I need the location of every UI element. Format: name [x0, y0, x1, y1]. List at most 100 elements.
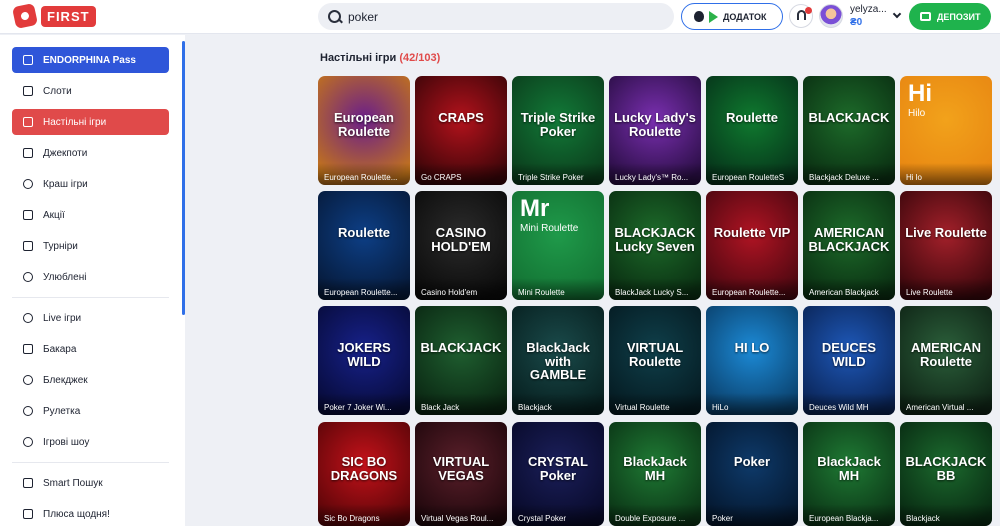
game-title: Virtual Roulette: [609, 393, 701, 415]
roulette-icon: [23, 406, 33, 416]
game-tile[interactable]: Mr Mini Roulette Mini Roulette: [512, 191, 604, 300]
game-tile[interactable]: BLACKJACK BB Blackjack: [900, 422, 992, 526]
app-download-button[interactable]: ДОДАТОК: [681, 3, 783, 30]
game-title: BlackJack Lucky S...: [609, 278, 701, 300]
game-tile[interactable]: Live Roulette Live Roulette: [900, 191, 992, 300]
game-title: Poker: [706, 504, 798, 526]
game-logo-text: BLACKJACK: [808, 109, 890, 125]
game-logo-text: CASINO HOLD'EM: [431, 224, 491, 254]
game-tile[interactable]: DEUCES WILD Deuces Wild MH: [803, 306, 895, 415]
game-logo-text: Mr: [520, 195, 550, 222]
game-tile[interactable]: Roulette European RouletteS: [706, 76, 798, 185]
app-button-label: ДОДАТОК: [723, 11, 767, 22]
sidebar-item-crash-games[interactable]: Краш ігри: [12, 171, 169, 197]
sidebar-item-favorites[interactable]: Улюблені: [12, 264, 169, 290]
avatar[interactable]: [819, 4, 843, 28]
game-tile[interactable]: Triple Strike Poker Triple Strike Poker: [512, 76, 604, 185]
gift-icon: [23, 509, 33, 519]
game-logo-text: VIRTUAL VEGAS: [432, 454, 490, 483]
game-tile[interactable]: Hi Hilo Hi lo: [900, 76, 992, 185]
game-tile[interactable]: BlackJack with GAMBLE Blackjack: [512, 306, 604, 415]
logo-icon: [11, 2, 39, 30]
game-tile[interactable]: Roulette European Roulette...: [318, 191, 410, 300]
logo[interactable]: FIRST: [11, 2, 96, 30]
game-tile[interactable]: VIRTUAL VEGAS Virtual Vegas Roul...: [415, 422, 507, 526]
sidebar-item-label: Live ігри: [43, 312, 82, 324]
game-title: Crystal Poker: [512, 504, 604, 526]
user-name[interactable]: yelyza...: [850, 4, 887, 15]
sidebar-item-game-shows[interactable]: Ігрові шоу: [12, 429, 169, 455]
sidebar-item-live-games[interactable]: Live ігри: [12, 305, 169, 331]
game-tile[interactable]: European Roulette European Roulette...: [318, 76, 410, 185]
game-tile[interactable]: BLACKJACK Blackjack Deluxe ...: [803, 76, 895, 185]
pass-icon: [23, 55, 33, 65]
game-tile[interactable]: Poker Poker: [706, 422, 798, 526]
game-title: Triple Strike Poker: [512, 163, 604, 185]
game-tile[interactable]: HI LO HiLo: [706, 306, 798, 415]
sidebar-item-label: Настільні ігри: [43, 116, 107, 128]
game-tile[interactable]: Roulette VIP European Roulette...: [706, 191, 798, 300]
game-tile[interactable]: BlackJack MH European Blackja...: [803, 422, 895, 526]
sidebar-item-smart-search[interactable]: Smart Пошук: [12, 470, 169, 496]
sidebar-item-table-games[interactable]: Настільні ігри: [12, 109, 169, 135]
notifications-button[interactable]: [789, 4, 813, 28]
game-logo-text: Lucky Lady's Roulette: [614, 109, 696, 139]
sidebar-item-label: Слоти: [43, 85, 72, 97]
section-title: Настільні ігри (42/103): [320, 52, 440, 64]
game-logo-text: Poker: [733, 454, 771, 470]
game-tile[interactable]: Lucky Lady's Roulette Lucky Lady's™ Ro...: [609, 76, 701, 185]
sidebar-item-daily-bonus[interactable]: Плюса щодня!: [12, 501, 169, 526]
table-games-icon: [23, 117, 33, 127]
sidebar-scrollbar[interactable]: [182, 41, 185, 315]
sidebar-item-label: Улюблені: [43, 271, 87, 283]
game-title: Live Roulette: [900, 278, 992, 300]
game-logo-text: JOKERS WILD: [337, 339, 391, 369]
chevron-down-icon[interactable]: [892, 9, 902, 19]
game-title: Hi lo: [900, 163, 992, 185]
search-bar[interactable]: [318, 3, 674, 30]
smart-search-icon: [23, 478, 33, 488]
game-logo-text: BlackJack MH: [817, 454, 881, 483]
sidebar-item-promotions[interactable]: Акції: [12, 202, 169, 228]
live-icon: [23, 313, 33, 323]
sidebar-divider: [12, 462, 169, 463]
sidebar-item-baccarat[interactable]: Бакара: [12, 336, 169, 362]
game-title: Black Jack: [415, 393, 507, 415]
google-play-icon: [709, 10, 718, 23]
wallet-icon: [920, 12, 931, 21]
game-tile[interactable]: AMERICAN Roulette American Virtual ...: [900, 306, 992, 415]
sidebar-item-tournaments[interactable]: Турніри: [12, 233, 169, 259]
game-title: European Roulette...: [318, 163, 410, 185]
section-count: (42/103): [399, 52, 441, 64]
sidebar-item-label: Ігрові шоу: [43, 436, 90, 448]
notification-badge: [805, 7, 812, 14]
sidebar-item-jackpots[interactable]: Джекпоти: [12, 140, 169, 166]
game-tile[interactable]: BLACKJACK Lucky Seven BlackJack Lucky S..…: [609, 191, 701, 300]
promo-icon: [23, 210, 33, 220]
game-tile[interactable]: SIC BO DRAGONS Sic Bo Dragons: [318, 422, 410, 526]
game-tile[interactable]: AMERICAN BLACKJACK American Blackjack: [803, 191, 895, 300]
sidebar-item-roulette[interactable]: Рулетка: [12, 398, 169, 424]
baccarat-icon: [23, 344, 33, 354]
trophy-icon: [23, 241, 33, 251]
heart-icon: [23, 272, 33, 282]
spade-icon: [23, 375, 33, 385]
sidebar-item-endorphina-pass[interactable]: ENDORPHINA Pass: [12, 47, 169, 73]
game-tile[interactable]: CRAPS Go CRAPS: [415, 76, 507, 185]
game-title: Blackjack: [512, 393, 604, 415]
search-input[interactable]: [348, 9, 648, 24]
game-tile[interactable]: BlackJack MH Double Exposure ...: [609, 422, 701, 526]
search-icon: [322, 3, 348, 30]
show-icon: [23, 437, 33, 447]
game-tile[interactable]: JOKERS WILD Poker 7 Joker Wi...: [318, 306, 410, 415]
apple-icon: [694, 11, 704, 22]
game-tile[interactable]: VIRTUAL Roulette Virtual Roulette: [609, 306, 701, 415]
game-tile[interactable]: CASINO HOLD'EM Casino Hold'em: [415, 191, 507, 300]
sidebar-item-blackjack[interactable]: Блекджек: [12, 367, 169, 393]
game-tile[interactable]: CRYSTAL Poker Crystal Poker: [512, 422, 604, 526]
sidebar-item-slots[interactable]: Слоти: [12, 78, 169, 104]
deposit-button[interactable]: ДЕПОЗИТ: [909, 3, 991, 30]
game-tile[interactable]: BLACKJACK Black Jack: [415, 306, 507, 415]
game-title: Poker 7 Joker Wi...: [318, 393, 410, 415]
game-title: Mini Roulette: [512, 278, 604, 300]
